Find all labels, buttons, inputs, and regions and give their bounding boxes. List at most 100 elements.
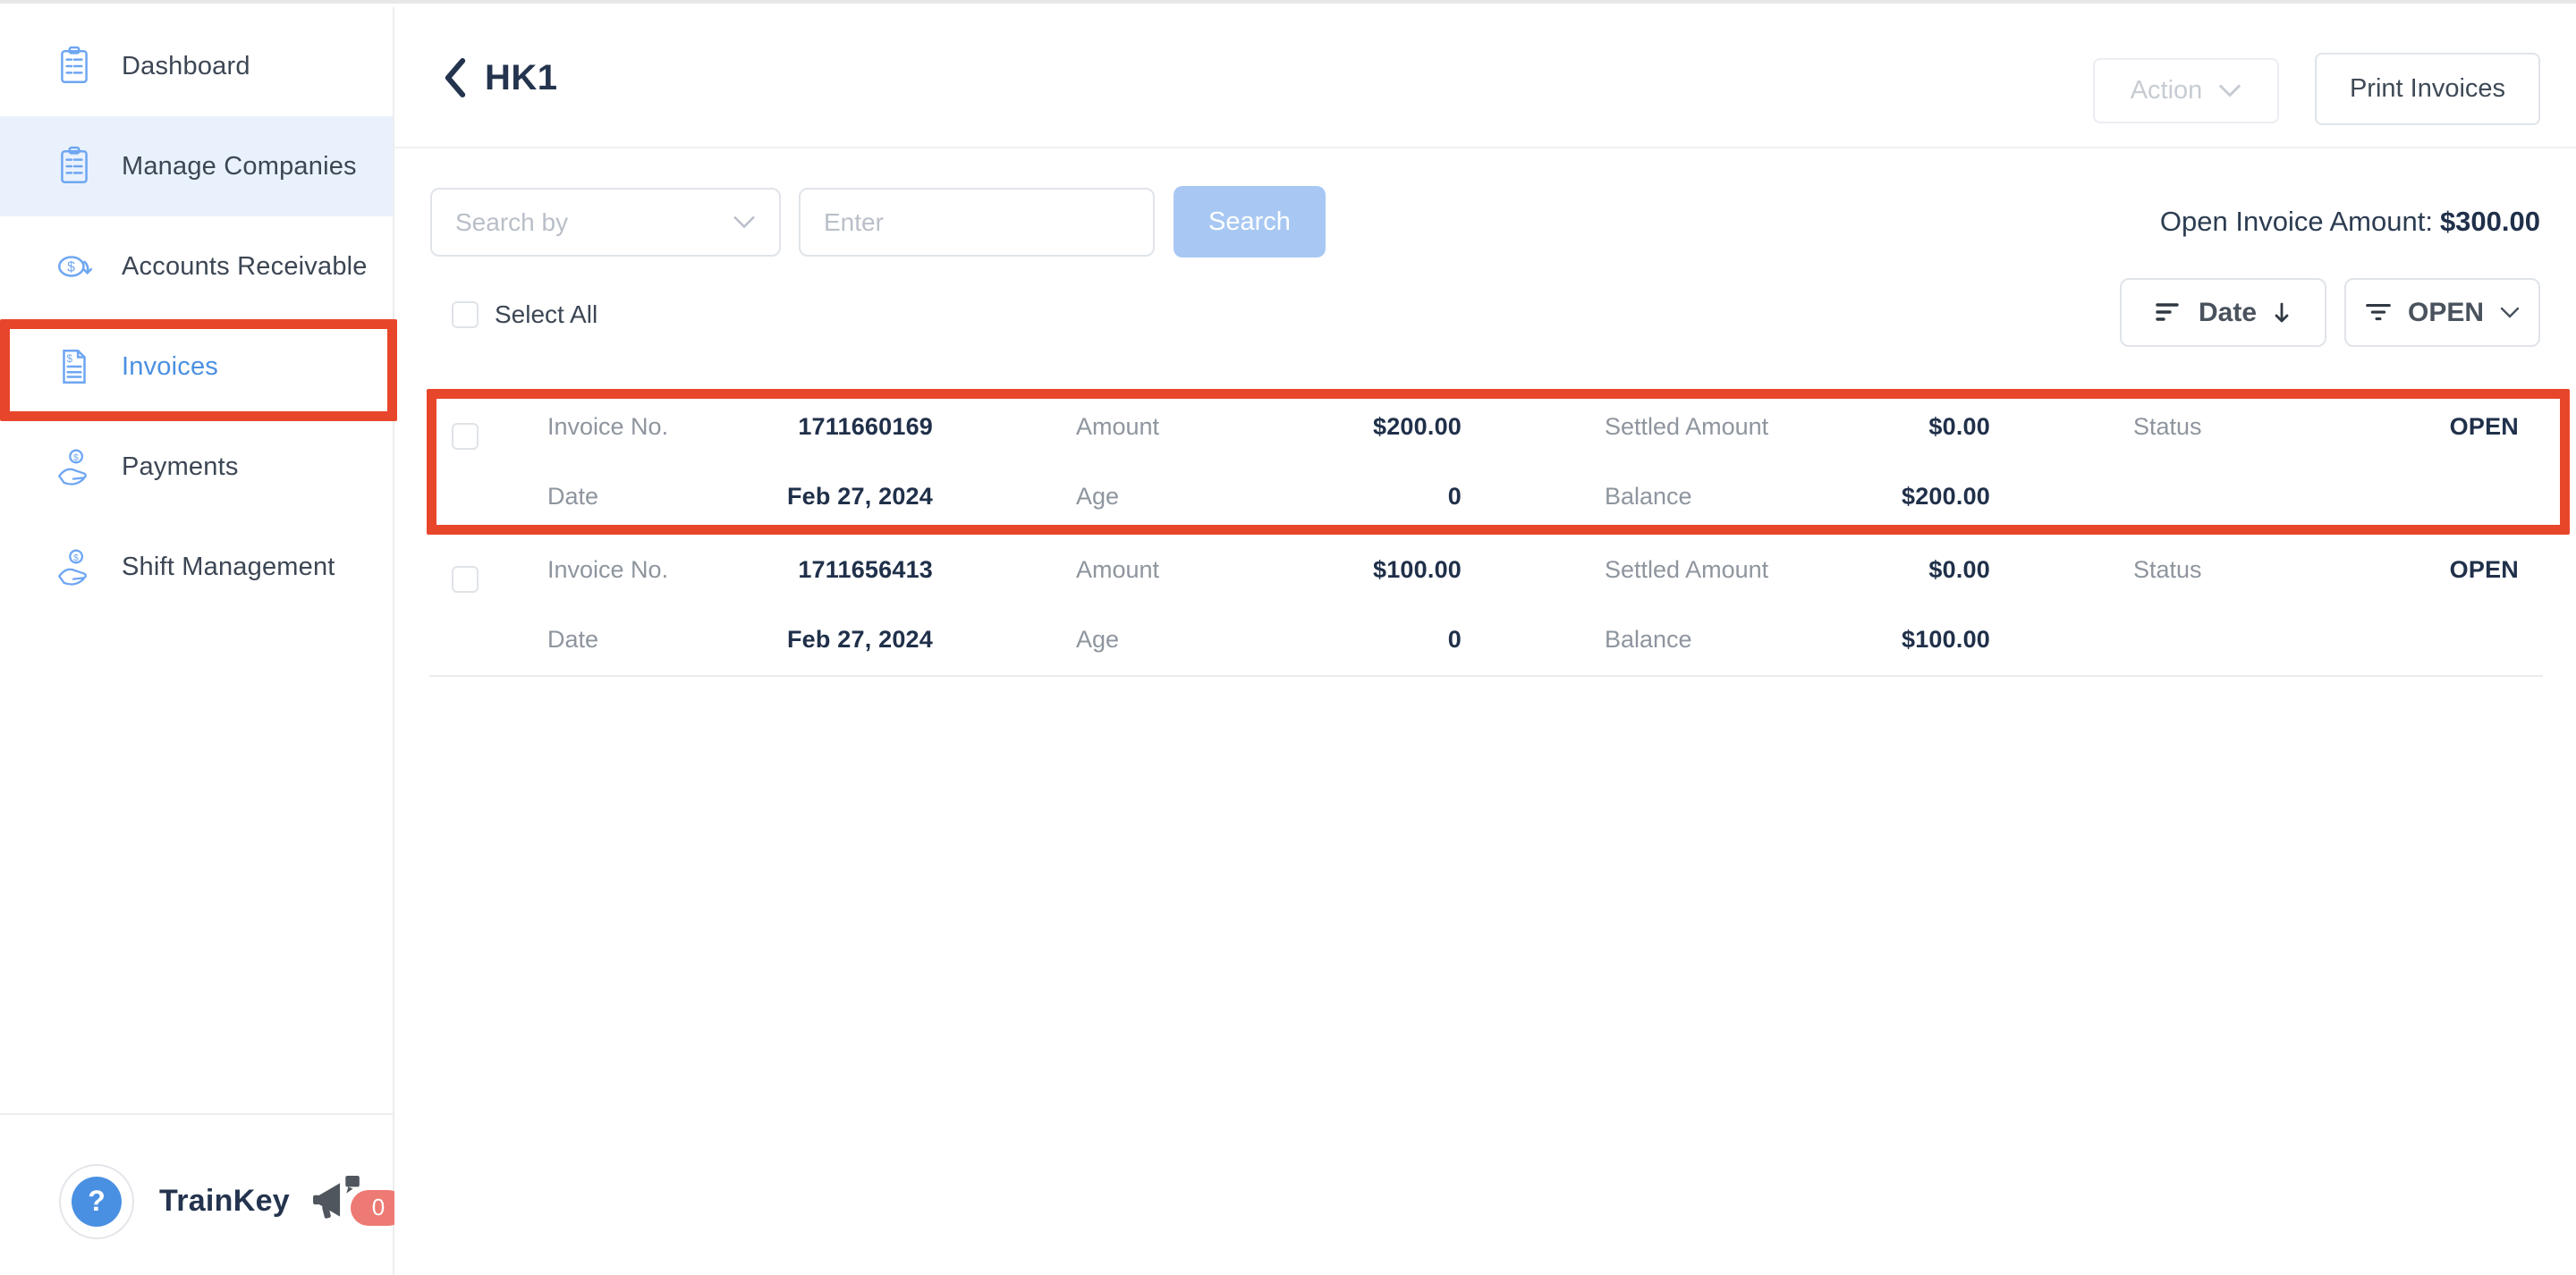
- field-label: Date: [547, 483, 598, 511]
- field-age: Age0: [1076, 623, 1462, 655]
- arrow-down-icon: [2273, 301, 2291, 325]
- field-value: $100.00: [1902, 626, 1990, 654]
- field-label: Age: [1076, 483, 1119, 511]
- clipboard-icon: [54, 46, 95, 87]
- main-content: HK1 Action Print Invoices Search by Sear…: [394, 7, 2576, 1275]
- action-button-label: Action: [2131, 76, 2203, 106]
- sort-button-label: Date: [2199, 298, 2257, 328]
- field-empty: [2133, 480, 2519, 512]
- sidebar: Dashboard Manage Companies: [0, 7, 394, 1275]
- help-button[interactable]: ?: [59, 1164, 134, 1239]
- field-invoice-no: Invoice No.1711656413: [547, 553, 933, 586]
- field-value: 0: [1448, 483, 1462, 511]
- invoice-row-fields: Invoice No.1711656413 Amount $100.00 Sett…: [547, 534, 2519, 675]
- field-value: $0.00: [1928, 556, 1990, 584]
- field-age: Age 0: [1076, 480, 1462, 512]
- search-term-input[interactable]: [799, 188, 1155, 257]
- field-empty: [2133, 623, 2519, 655]
- sidebar-item-payments[interactable]: $ Payments: [0, 417, 393, 517]
- field-invoice-no: Invoice No. 1711660169: [547, 410, 933, 443]
- svg-text:$: $: [67, 354, 73, 365]
- field-value: Feb 27, 2024: [787, 483, 933, 511]
- open-invoice-amount: Open Invoice Amount:$300.00: [2160, 206, 2540, 238]
- field-label: Balance: [1605, 626, 1692, 654]
- field-label: Status: [2133, 413, 2202, 441]
- sidebar-item-label: Invoices: [122, 352, 218, 382]
- sort-by-date-button[interactable]: Date: [2120, 278, 2326, 347]
- field-amount: Amount $100.00: [1076, 553, 1462, 586]
- row-checkbox[interactable]: [452, 566, 479, 593]
- sidebar-item-label: Manage Companies: [122, 152, 357, 182]
- question-mark-icon: ?: [72, 1177, 122, 1227]
- field-value: Feb 27, 2024: [787, 626, 933, 654]
- app-window: Dashboard Manage Companies: [0, 0, 2576, 1275]
- field-value: $0.00: [1928, 413, 1990, 441]
- svg-text:$: $: [73, 553, 79, 563]
- field-label: Date: [547, 626, 598, 654]
- field-label: Amount: [1076, 556, 1159, 584]
- chevron-down-icon: [733, 215, 756, 230]
- invoice-row[interactable]: Invoice No.1711656413 Amount $100.00 Sett…: [429, 534, 2543, 677]
- field-value: $100.00: [1373, 556, 1462, 584]
- field-date: Date Feb 27, 2024: [547, 480, 933, 512]
- print-invoices-button[interactable]: Print Invoices: [2315, 53, 2540, 125]
- field-balance: Balance $100.00: [1605, 623, 1990, 655]
- sidebar-item-label: Payments: [122, 452, 239, 482]
- select-all-control: Select All: [452, 300, 597, 329]
- row-checkbox[interactable]: [452, 423, 479, 450]
- open-invoice-amount-value: $300.00: [2440, 206, 2540, 237]
- sidebar-nav: Dashboard Manage Companies: [0, 7, 393, 617]
- search-by-select[interactable]: Search by: [430, 188, 781, 257]
- status-badge: OPEN: [2450, 413, 2519, 441]
- invoice-row[interactable]: Invoice No. 1711660169 Amount $200.00 Sett…: [429, 391, 2543, 534]
- page-title: HK1: [485, 58, 558, 98]
- select-all-checkbox[interactable]: [452, 301, 479, 328]
- field-label: Amount: [1076, 413, 1159, 441]
- sidebar-item-label: Accounts Receivable: [122, 252, 368, 282]
- sidebar-item-shift-management[interactable]: $ Shift Management: [0, 517, 393, 617]
- invoice-list: Invoice No. 1711660169 Amount $200.00 Sett…: [429, 389, 2543, 677]
- invoice-document-icon: $: [54, 346, 95, 387]
- invoice-row-fields: Invoice No. 1711660169 Amount $200.00 Sett…: [547, 391, 2519, 532]
- brand-logo: TrainKey: [159, 1184, 290, 1219]
- field-amount: Amount $200.00: [1076, 410, 1462, 443]
- chevron-down-icon: [2218, 84, 2241, 98]
- print-invoices-label: Print Invoices: [2350, 74, 2505, 104]
- field-date: Date Feb 27, 2024: [547, 623, 933, 655]
- search-button[interactable]: Search: [1174, 186, 1326, 258]
- sidebar-item-label: Shift Management: [122, 553, 335, 582]
- sidebar-item-accounts-receivable[interactable]: $ Accounts Receivable: [0, 216, 393, 317]
- field-value: 0: [1448, 626, 1462, 654]
- field-label: Invoice No.: [547, 413, 668, 441]
- dollar-circle-arrow-icon: $: [54, 246, 95, 287]
- hand-coin-icon: $: [54, 546, 95, 587]
- announcements-button[interactable]: 0: [309, 1176, 367, 1228]
- chevron-down-icon: [2500, 307, 2520, 319]
- chevron-left-icon: [440, 57, 470, 98]
- field-status: StatusOPEN: [2133, 553, 2519, 586]
- field-label: Settled Amount: [1605, 413, 1768, 441]
- select-all-label: Select All: [495, 300, 597, 329]
- status-filter-label: OPEN: [2408, 298, 2484, 328]
- field-value: $200.00: [1373, 413, 1462, 441]
- back-button[interactable]: HK1: [440, 57, 558, 98]
- field-value: $200.00: [1902, 483, 1990, 511]
- sort-lines-icon: [2156, 300, 2182, 325]
- status-filter-button[interactable]: OPEN: [2344, 278, 2540, 347]
- field-value: 1711660169: [798, 413, 933, 441]
- sidebar-item-manage-companies[interactable]: Manage Companies: [0, 116, 393, 216]
- action-dropdown-button[interactable]: Action: [2093, 58, 2279, 123]
- sidebar-item-label: Dashboard: [122, 52, 250, 81]
- clipboard-icon: [54, 146, 95, 187]
- open-invoice-amount-label: Open Invoice Amount:: [2160, 206, 2433, 237]
- svg-text:$: $: [67, 260, 75, 275]
- sidebar-item-dashboard[interactable]: Dashboard: [0, 16, 393, 116]
- field-label: Invoice No.: [547, 556, 668, 584]
- hand-coin-icon: $: [54, 446, 95, 487]
- field-label: Balance: [1605, 483, 1692, 511]
- filter-icon: [2365, 300, 2392, 325]
- sidebar-item-invoices[interactable]: $ Invoices: [0, 317, 393, 417]
- field-label: Settled Amount: [1605, 556, 1768, 584]
- svg-text:$: $: [73, 453, 79, 463]
- field-settled-amount: Settled Amount $0.00: [1605, 410, 1990, 443]
